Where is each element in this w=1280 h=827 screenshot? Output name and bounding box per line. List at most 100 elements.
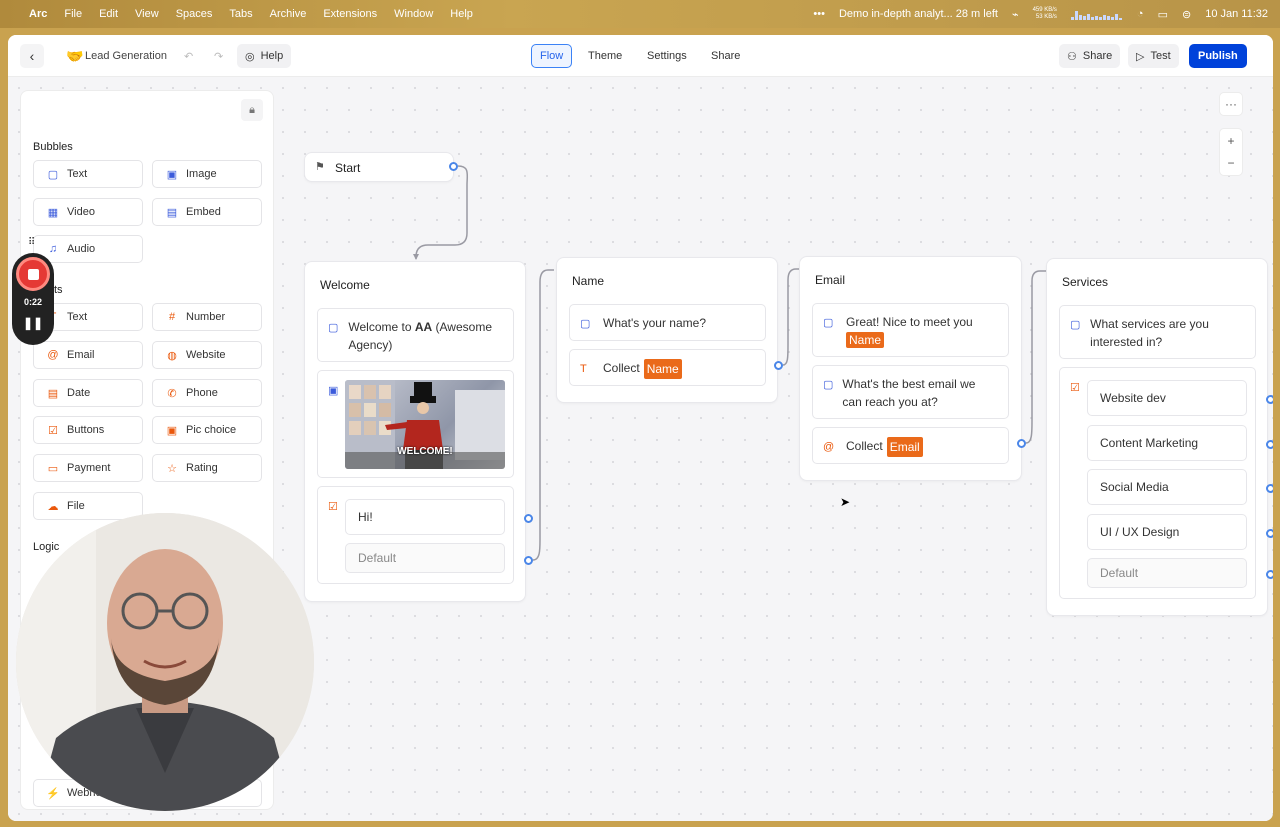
control-center-icon[interactable]: ⊜ bbox=[1182, 8, 1191, 21]
input-file-block[interactable]: ☁ File bbox=[33, 492, 143, 520]
name-node[interactable]: Name ▢ What's your name? T Collect Name bbox=[556, 257, 778, 403]
bubble-text-block[interactable]: ▢ Text bbox=[33, 160, 143, 188]
email-collect-input[interactable]: @ Collect Email bbox=[812, 427, 1009, 464]
services-node[interactable]: Services ▢ What services are you interes… bbox=[1046, 258, 1268, 616]
globe-icon: ◍ bbox=[167, 349, 177, 362]
email-output-port[interactable] bbox=[1017, 439, 1026, 448]
email-node[interactable]: Email ▢ Great! Nice to meet you Name ▢ Wh… bbox=[799, 256, 1022, 481]
service-option[interactable]: Website dev bbox=[1087, 380, 1247, 416]
webcam-bubble[interactable] bbox=[16, 513, 314, 811]
pause-icon: ❚❚ bbox=[22, 316, 44, 330]
lock-icon: 🔒︎ bbox=[249, 103, 255, 116]
help-label: Help bbox=[260, 50, 284, 62]
undo-button[interactable]: ↶ bbox=[176, 44, 201, 68]
battery-icon[interactable]: ▭ bbox=[1158, 8, 1168, 21]
service-default[interactable]: Default bbox=[1087, 558, 1247, 588]
tab-flow[interactable]: Flow bbox=[531, 44, 573, 68]
start-node[interactable]: ⚑ Start bbox=[304, 152, 454, 182]
service-port[interactable] bbox=[1266, 484, 1273, 493]
test-button[interactable]: ▷ Test bbox=[1128, 44, 1179, 68]
message-icon: ▢ bbox=[823, 317, 834, 329]
more-dots-icon[interactable]: ••• bbox=[813, 8, 825, 20]
input-rating-block[interactable]: ☆ Rating bbox=[152, 454, 262, 482]
share-button[interactable]: ⚇ Share bbox=[1059, 44, 1121, 68]
welcome-hi-port[interactable] bbox=[524, 514, 533, 523]
menu-window[interactable]: Window bbox=[394, 8, 433, 20]
back-icon: ‹ bbox=[29, 48, 35, 64]
email-question-bubble[interactable]: ▢ What's the best email we can reach you… bbox=[812, 365, 1009, 419]
name-collect-input[interactable]: T Collect Name bbox=[569, 349, 766, 386]
bubble-image-block[interactable]: ▣ Image bbox=[152, 160, 262, 188]
tab-share[interactable]: Share bbox=[703, 44, 748, 68]
menu-tabs[interactable]: Tabs bbox=[229, 8, 252, 20]
canvas-more-button[interactable]: ··· bbox=[1219, 92, 1243, 116]
welcome-default-port[interactable] bbox=[524, 556, 533, 565]
input-pic-choice-block[interactable]: ▣ Pic choice bbox=[152, 416, 262, 444]
input-payment-block[interactable]: ▭ Payment bbox=[33, 454, 143, 482]
block-label: Website bbox=[186, 349, 226, 361]
welcome-text-bubble[interactable]: ▢ Welcome to AA (Awesome Agency) bbox=[317, 308, 514, 362]
menubar-datetime[interactable]: 10 Jan 11:32 bbox=[1205, 8, 1268, 20]
input-website-block[interactable]: ◍ Website bbox=[152, 341, 262, 369]
tab-settings[interactable]: Settings bbox=[639, 44, 695, 68]
inputs-section-title: ts bbox=[54, 284, 63, 296]
menu-spaces[interactable]: Spaces bbox=[176, 8, 213, 20]
users-icon: ⚇ bbox=[1067, 50, 1077, 63]
service-port[interactable] bbox=[1266, 395, 1273, 404]
stop-recording-button[interactable] bbox=[16, 257, 50, 291]
name-question-bubble[interactable]: ▢ What's your name? bbox=[569, 304, 766, 341]
service-option[interactable]: Social Media bbox=[1087, 469, 1247, 505]
email-greeting-bubble[interactable]: ▢ Great! Nice to meet you Name bbox=[812, 303, 1009, 357]
welcome-node[interactable]: Welcome ▢ Welcome to AA (Awesome Agency)… bbox=[304, 261, 526, 602]
service-option[interactable]: Content Marketing bbox=[1087, 425, 1247, 461]
service-port[interactable] bbox=[1266, 529, 1273, 538]
wifi-icon[interactable]: ◔ bbox=[1137, 8, 1144, 20]
back-button[interactable]: ‹ bbox=[20, 44, 44, 68]
input-phone-block[interactable]: ✆ Phone bbox=[152, 379, 262, 407]
menu-archive[interactable]: Archive bbox=[270, 8, 307, 20]
tab-theme[interactable]: Theme bbox=[580, 44, 630, 68]
menu-help[interactable]: Help bbox=[450, 8, 473, 20]
network-stats: 459 KB/s 53 KB/s bbox=[1033, 7, 1057, 21]
services-question-bubble[interactable]: ▢ What services are you interested in? bbox=[1059, 305, 1256, 359]
redo-button[interactable]: ↷ bbox=[206, 44, 231, 68]
menu-app-name[interactable]: Arc bbox=[29, 8, 47, 20]
recorder-drag-handle[interactable]: ⠿ bbox=[28, 237, 35, 248]
zoom-in-button[interactable]: + bbox=[1227, 134, 1234, 148]
input-date-block[interactable]: ▤ Date bbox=[33, 379, 143, 407]
name-output-port[interactable] bbox=[774, 361, 783, 370]
button-hi[interactable]: Hi! bbox=[345, 499, 505, 535]
pause-recording-button[interactable]: ❚❚ bbox=[12, 316, 54, 330]
menu-file[interactable]: File bbox=[64, 8, 82, 20]
share-label: Share bbox=[1082, 50, 1113, 62]
publish-button[interactable]: Publish bbox=[1189, 44, 1247, 68]
welcome-image-bubble[interactable]: ▣ WELCOME! bbox=[317, 370, 514, 478]
button-default[interactable]: Default bbox=[345, 543, 505, 573]
at-icon: @ bbox=[823, 441, 835, 453]
message-icon: ▢ bbox=[328, 322, 339, 334]
menu-view[interactable]: View bbox=[135, 8, 159, 20]
embed-icon: ▤ bbox=[166, 206, 178, 219]
welcome-buttons-input[interactable]: ☑ Hi! Default bbox=[317, 486, 514, 584]
now-playing[interactable]: Demo in-depth analyt... 28 m left bbox=[839, 8, 998, 20]
start-output-port[interactable] bbox=[449, 162, 458, 171]
menu-extensions[interactable]: Extensions bbox=[323, 8, 377, 20]
project-name[interactable]: Lead Generation bbox=[77, 44, 175, 68]
help-button[interactable]: ◎ Help bbox=[237, 44, 292, 68]
service-port[interactable] bbox=[1266, 440, 1273, 449]
zoom-out-button[interactable]: − bbox=[1227, 156, 1234, 170]
menu-edit[interactable]: Edit bbox=[99, 8, 118, 20]
bubble-audio-block[interactable]: ♫ Audio bbox=[33, 235, 143, 263]
bubble-embed-block[interactable]: ▤ Embed bbox=[152, 198, 262, 226]
input-email-block[interactable]: @ Email bbox=[33, 341, 143, 369]
services-buttons-input[interactable]: ☑ Website dev Content Marketing Social M… bbox=[1059, 367, 1256, 599]
flag-icon: ⚑ bbox=[315, 161, 325, 173]
service-port[interactable] bbox=[1266, 570, 1273, 579]
input-number-block[interactable]: # Number bbox=[152, 303, 262, 331]
bubble-video-block[interactable]: ▦ Video bbox=[33, 198, 143, 226]
lock-sidebar-button[interactable]: 🔒︎ bbox=[241, 99, 263, 121]
service-option[interactable]: UI / UX Design bbox=[1087, 514, 1247, 550]
input-buttons-block[interactable]: ☑ Buttons bbox=[33, 416, 143, 444]
email-question: What's the best email we can reach you a… bbox=[842, 377, 976, 409]
image-icon: ▣ bbox=[166, 168, 178, 181]
